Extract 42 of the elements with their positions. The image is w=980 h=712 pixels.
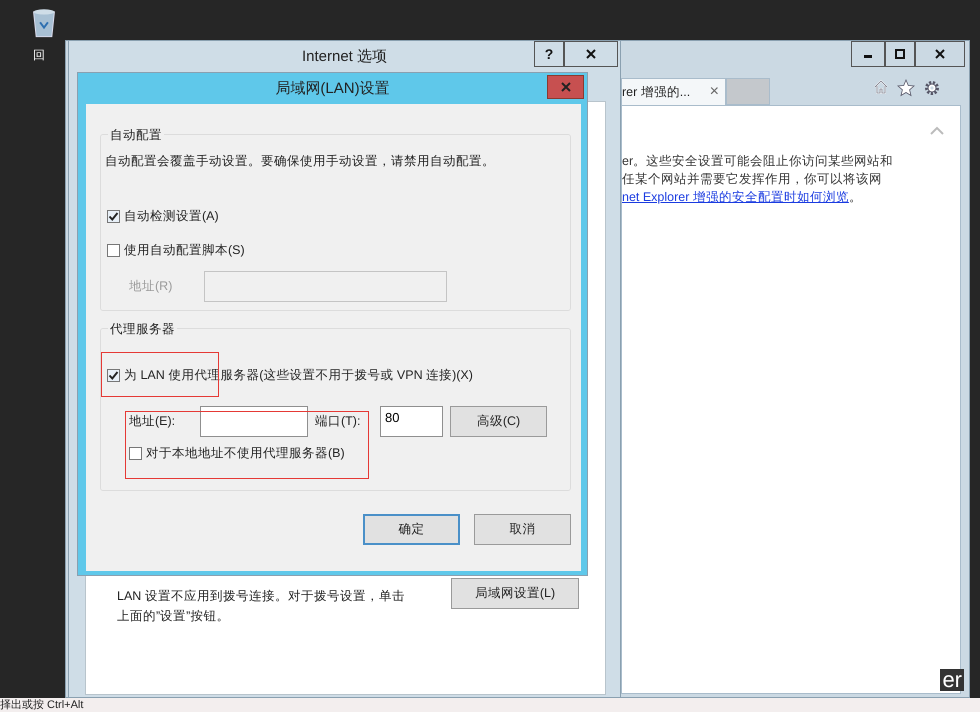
checkbox[interactable] (129, 447, 142, 460)
corner-text: er (940, 669, 964, 691)
script-address-field[interactable] (204, 271, 447, 302)
close-icon (560, 82, 570, 92)
help-button[interactable]: ? (534, 41, 564, 67)
checkbox[interactable] (107, 210, 120, 223)
port-field[interactable]: 80 (380, 406, 443, 437)
checkbox-label: 对于本地地址不使用代理服务器(B) (146, 445, 345, 462)
icon-label: 回 (33, 48, 45, 62)
settings-icon[interactable] (923, 79, 941, 97)
proxy-address-field[interactable] (200, 406, 308, 437)
checkbox-label: 使用自动配置脚本(S) (124, 242, 245, 259)
auto-config-description: 自动配置会覆盖手动设置。要确保使用手动设置，请禁用自动配置。 (105, 153, 496, 170)
group-legend: 自动配置 (108, 127, 164, 144)
help-link[interactable]: net Explorer 增强的安全配置时如何浏览 (622, 190, 849, 204)
close-icon (935, 49, 945, 59)
maximize-icon (895, 49, 905, 59)
checkbox-label: 自动检测设置(A) (124, 208, 219, 225)
port-label: 端口(T): (315, 413, 362, 430)
status-text: 择出或按 Ctrl+Alt (0, 698, 84, 712)
maximize-button[interactable] (885, 41, 915, 67)
lan-settings-button[interactable]: 局域网设置(L) (451, 578, 579, 609)
advanced-button[interactable]: 高级(C) (450, 406, 547, 437)
close-button[interactable] (564, 41, 618, 67)
minimize-button[interactable] (851, 41, 885, 67)
dialog-button[interactable]: 确定 (363, 514, 460, 545)
close-button[interactable] (915, 41, 965, 67)
browser-tab[interactable]: rer 增强的... × (621, 78, 726, 105)
recycle-bin-icon[interactable] (30, 8, 58, 38)
close-icon (586, 49, 596, 59)
home-icon[interactable] (873, 79, 889, 95)
lan-note: LAN 设置不应用到拨号连接。对于拨号设置，单击上面的”设置”按钮。 (117, 588, 406, 625)
checkbox[interactable] (107, 369, 120, 382)
star-icon[interactable] (897, 79, 915, 97)
address-label: 地址(R) (129, 278, 174, 295)
window-title: Internet 选项 (300, 46, 388, 66)
address-label: 地址(E): (129, 413, 176, 430)
security-message: er。这些安全设置可能会阻止你访问某些网站和 任某个网站并需要它发挥作用，你可以将该网 net Explorer 增强的安全配置时如何浏览。 (622, 153, 894, 206)
checkbox[interactable] (107, 244, 120, 257)
group-legend: 代理服务器 (108, 321, 177, 338)
dialog-button[interactable]: 取消 (474, 514, 571, 545)
dialog-title: 局域网(LAN)设置 (274, 79, 391, 98)
